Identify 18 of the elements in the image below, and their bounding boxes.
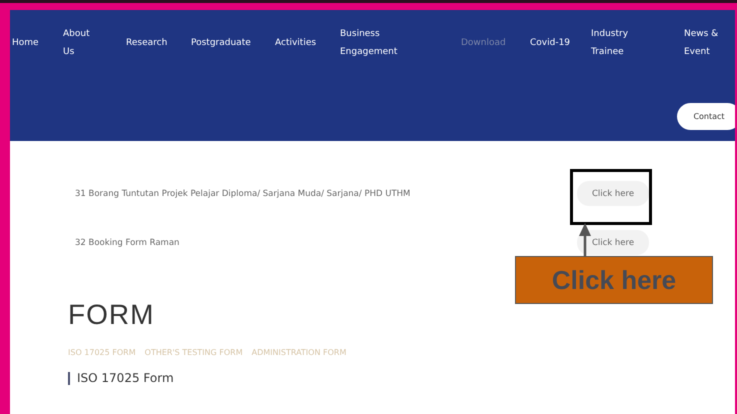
section-heading: FORM <box>68 299 156 331</box>
subheading: ISO 17025 Form <box>68 372 735 385</box>
form-title: 31 Borang Tuntutan Projek Pelajar Diploma/ Sarjana Muda/ Sarjana/ PHD UTHM <box>75 188 412 198</box>
contact-button[interactable]: Contact <box>677 103 735 130</box>
callout-label: Click here <box>515 256 713 304</box>
nav-link[interactable]: Activities <box>275 26 340 60</box>
download-button[interactable]: Click here <box>577 181 649 206</box>
nav-link[interactable]: Postgraduate <box>191 26 275 60</box>
form-title: 32 Booking Form Raman <box>75 238 180 248</box>
nav-link[interactable]: News & Event <box>684 26 734 60</box>
nav-link[interactable]: Industry Trainee <box>591 26 684 60</box>
nav-link[interactable]: Home <box>12 26 63 60</box>
nav-link[interactable]: About Us <box>63 26 126 60</box>
nav-link[interactable]: Business Engagement <box>340 26 461 60</box>
nav-link[interactable]: Research <box>126 26 191 60</box>
nav-link[interactable]: Covid-19 <box>530 26 591 60</box>
download-button[interactable]: Click here <box>577 230 649 255</box>
arrow-icon <box>579 223 591 256</box>
